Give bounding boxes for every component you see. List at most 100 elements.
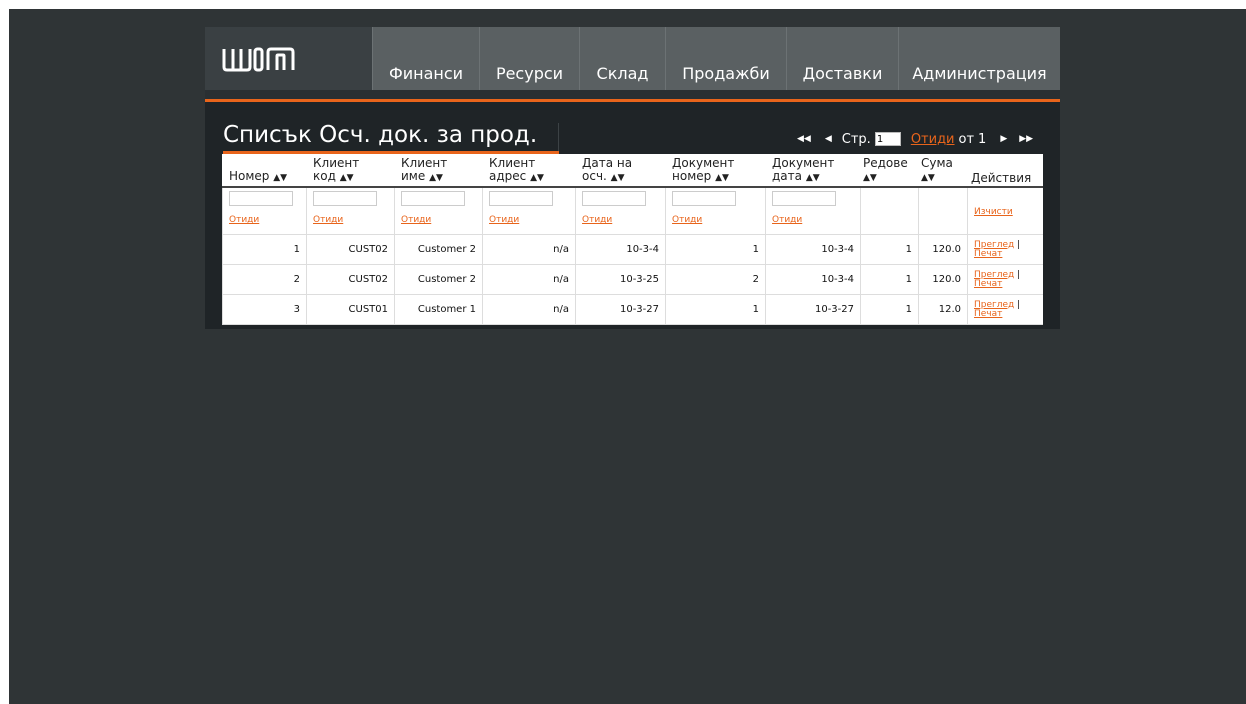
go-to-page-link[interactable]: Отиди	[911, 132, 955, 147]
column-header-sum[interactable]: Сума ▲▼	[918, 154, 968, 188]
nav-sales[interactable]: Продажби	[665, 27, 786, 90]
cell-actions: Преглед | Печат	[967, 294, 1043, 325]
clear-filters-link[interactable]: Изчисти	[974, 207, 1013, 217]
total-pages: 1	[978, 131, 987, 147]
nav-deliveries[interactable]: Доставки	[786, 27, 898, 90]
cell-client-code: CUST02	[306, 234, 395, 265]
action-separator: |	[1017, 239, 1021, 250]
print-link[interactable]: Печат	[974, 309, 1002, 319]
sort-icon: ▲▼	[863, 173, 877, 183]
column-header-date[interactable]: Дата на осч. ▲▼	[575, 154, 666, 188]
cell-number: 2	[222, 264, 307, 295]
column-header-lines[interactable]: Редове ▲▼	[860, 154, 919, 188]
column-header-client-address[interactable]: Клиент адрес ▲▼	[482, 154, 576, 188]
of-label: от	[958, 131, 975, 147]
column-header-doc-number[interactable]: Документ номер ▲▼	[665, 154, 766, 188]
cell-client-name: Customer 2	[394, 264, 483, 295]
filter-doc-number-input[interactable]	[672, 191, 736, 206]
action-separator: |	[1017, 299, 1021, 310]
cell-client-address: n/a	[482, 264, 576, 295]
nav-finance[interactable]: Финанси	[372, 27, 479, 90]
cell-lines: 1	[860, 264, 919, 295]
filter-go-link[interactable]: Отиди	[489, 215, 519, 225]
nav-warehouse[interactable]: Склад	[579, 27, 665, 90]
filter-go-link[interactable]: Отиди	[772, 215, 802, 225]
nav-resources[interactable]: Ресурси	[479, 27, 579, 90]
title-divider	[558, 123, 559, 151]
table-row: 2 CUST02 Customer 2 n/a 10-3-25 2 10-3-4…	[222, 264, 1043, 295]
page-label: Стр.	[841, 131, 871, 147]
cell-doc-date: 10-3-27	[765, 294, 861, 325]
cell-actions: Преглед | Печат	[967, 264, 1043, 295]
filter-go-link[interactable]: Отиди	[313, 215, 343, 225]
prev-page-icon[interactable]: ◀	[825, 134, 832, 144]
page-number-input[interactable]	[874, 132, 901, 146]
nav-administration[interactable]: Администрация	[898, 27, 1060, 90]
cell-number: 3	[222, 294, 307, 325]
column-header-client-code[interactable]: Клиент код ▲▼	[306, 154, 395, 188]
app-container: Финанси Ресурси Склад Продажби Доставки …	[205, 27, 1060, 329]
filter-client-name-input[interactable]	[401, 191, 465, 206]
next-page-icon[interactable]: ▶	[1000, 134, 1007, 144]
cell-client-code: CUST02	[306, 264, 395, 295]
cell-doc-date: 10-3-4	[765, 264, 861, 295]
print-link[interactable]: Печат	[974, 249, 1002, 259]
filter-go-link[interactable]: Отиди	[229, 215, 259, 225]
cell-client-name: Customer 1	[394, 294, 483, 325]
cell-client-name: Customer 2	[394, 234, 483, 265]
header-accent-bar	[205, 99, 1060, 102]
cell-lines: 1	[860, 234, 919, 265]
filter-client-code-input[interactable]	[313, 191, 377, 206]
last-page-icon[interactable]: ▶▶	[1019, 134, 1033, 144]
sort-icon: ▲▼	[339, 173, 354, 183]
cell-doc-date: 10-3-4	[765, 234, 861, 265]
main-nav: Финанси Ресурси Склад Продажби Доставки …	[372, 27, 1060, 90]
column-header-number[interactable]: Номер ▲▼	[222, 154, 307, 188]
cell-date: 10-3-4	[575, 234, 666, 265]
cell-doc-number: 2	[665, 264, 766, 295]
pagination: ◀◀ ◀ Стр. Отиди от 1 ▶ ▶▶	[797, 129, 1033, 149]
sort-icon: ▲▼	[610, 173, 625, 183]
first-page-icon[interactable]: ◀◀	[797, 134, 811, 144]
cell-lines: 1	[860, 294, 919, 325]
cell-client-code: CUST01	[306, 294, 395, 325]
sort-icon: ▲▼	[273, 173, 288, 183]
action-separator: |	[1017, 269, 1021, 280]
header: Финанси Ресурси Склад Продажби Доставки …	[205, 27, 1060, 99]
cell-actions: Преглед | Печат	[967, 234, 1043, 265]
cell-doc-number: 1	[665, 234, 766, 265]
viewport: Финанси Ресурси Склад Продажби Доставки …	[9, 9, 1246, 704]
cell-doc-number: 1	[665, 294, 766, 325]
column-header-doc-date[interactable]: Документ дата ▲▼	[765, 154, 861, 188]
filter-date-input[interactable]	[582, 191, 646, 206]
invoices-table: Номер ▲▼ Клиент код ▲▼ Клиент име ▲▼ Клиен…	[222, 154, 1043, 325]
filter-go-link[interactable]: Отиди	[582, 215, 612, 225]
cell-sum: 120.0	[918, 264, 968, 295]
column-header-actions: Действия	[967, 154, 1043, 188]
filter-go-link[interactable]: Отиди	[672, 215, 702, 225]
cell-date: 10-3-25	[575, 264, 666, 295]
table-row: 3 CUST01 Customer 1 n/a 10-3-27 1 10-3-2…	[222, 294, 1043, 325]
cell-number: 1	[222, 234, 307, 265]
filter-doc-date-input[interactable]	[772, 191, 836, 206]
filter-number-input[interactable]	[229, 191, 293, 206]
column-header-client-name[interactable]: Клиент име ▲▼	[394, 154, 483, 188]
filter-go-link[interactable]: Отиди	[401, 215, 431, 225]
table-row: 1 CUST02 Customer 2 n/a 10-3-4 1 10-3-4 …	[222, 234, 1043, 265]
cell-sum: 120.0	[918, 234, 968, 265]
sort-icon: ▲▼	[429, 173, 443, 183]
sort-icon: ▲▼	[530, 173, 544, 183]
cell-client-address: n/a	[482, 294, 576, 325]
table-header-row: Номер ▲▼ Клиент код ▲▼ Клиент име ▲▼ Клиен…	[222, 154, 1043, 188]
sort-icon: ▲▼	[715, 173, 729, 183]
filter-row: Отиди Отиди Отиди Отиди Отиди Отиди Отид…	[222, 187, 1043, 235]
cell-sum: 12.0	[918, 294, 968, 325]
header-band	[205, 90, 1060, 99]
page-title: Списък Осч. док. за прод.	[223, 122, 538, 148]
cell-client-address: n/a	[482, 234, 576, 265]
print-link[interactable]: Печат	[974, 279, 1002, 289]
sort-icon: ▲▼	[921, 173, 935, 183]
sort-icon: ▲▼	[805, 173, 820, 183]
logo	[222, 47, 295, 72]
filter-client-address-input[interactable]	[489, 191, 553, 206]
